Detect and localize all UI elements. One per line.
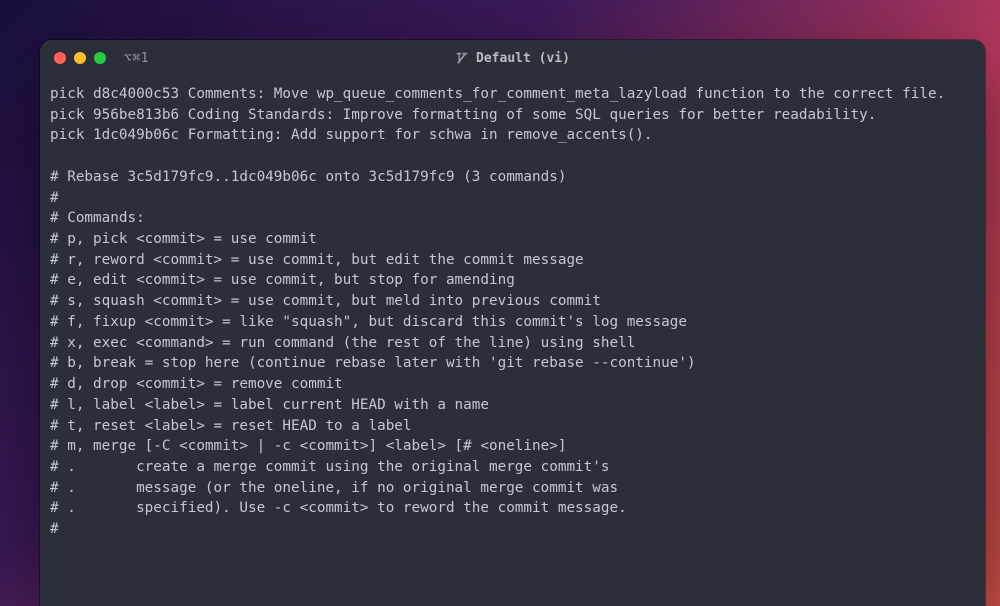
window-title: Default (vi) — [40, 51, 985, 66]
maximize-button[interactable] — [94, 52, 106, 64]
minimize-button[interactable] — [74, 52, 86, 64]
terminal-window: ⌥⌘1 Default (vi) pick d8c4000c53 Comment… — [40, 40, 985, 606]
vim-icon — [455, 51, 469, 65]
titlebar: ⌥⌘1 Default (vi) — [40, 40, 985, 76]
window-title-text: Default (vi) — [476, 51, 570, 66]
tab-shortcut-hint: ⌥⌘1 — [124, 51, 149, 66]
editor-content[interactable]: pick d8c4000c53 Comments: Move wp_queue_… — [40, 76, 985, 606]
close-button[interactable] — [54, 52, 66, 64]
traffic-lights — [54, 52, 106, 64]
